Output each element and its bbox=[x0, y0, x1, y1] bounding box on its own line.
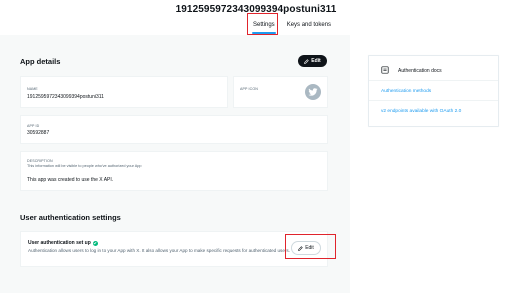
name-label: NAME bbox=[27, 87, 38, 91]
user-auth-card: User authentication set up Authenticatio… bbox=[20, 231, 328, 267]
pencil-icon bbox=[304, 58, 309, 64]
app-details-edit-button[interactable]: Edit bbox=[298, 55, 327, 67]
docs-link-v2-endpoints-oauth[interactable]: v2 endpoints available with OAuth 2.0 bbox=[381, 109, 461, 114]
description-hint: This information will be visible to peop… bbox=[27, 164, 142, 168]
user-auth-description: Authentication allows users to log in to… bbox=[28, 248, 290, 253]
twitter-bird-icon bbox=[305, 84, 321, 100]
app-details-edit-label: Edit bbox=[311, 58, 321, 64]
document-icon bbox=[381, 66, 389, 74]
app-details-heading: App details bbox=[20, 57, 61, 66]
user-auth-title-row: User authentication set up bbox=[28, 240, 98, 246]
user-auth-heading: User authentication settings bbox=[20, 213, 121, 222]
user-auth-title: User authentication set up bbox=[28, 240, 91, 246]
name-value: 1912595972343099394postuni311 bbox=[27, 94, 104, 100]
app-id-value: 30592887 bbox=[27, 130, 50, 136]
docs-link-authentication-methods[interactable]: Authentication methods bbox=[381, 89, 431, 94]
authentication-docs-card: Authentication docs Authentication metho… bbox=[368, 55, 499, 127]
app-icon-card: APP ICON bbox=[233, 76, 328, 108]
app-icon-label: APP ICON bbox=[240, 87, 258, 91]
description-value: This app was created to use the X API. bbox=[27, 177, 114, 183]
check-circle-icon bbox=[92, 240, 98, 246]
app-id-card: APP ID 30592887 bbox=[20, 115, 328, 144]
highlight-box-settings-tab bbox=[247, 13, 278, 35]
app-id-label: APP ID bbox=[27, 124, 40, 128]
description-label: DESCRIPTION bbox=[27, 159, 53, 163]
name-field-card: NAME 1912595972343099394postuni311 bbox=[20, 76, 228, 108]
docs-title: Authentication docs bbox=[398, 68, 442, 74]
highlight-box-edit-button bbox=[285, 234, 336, 259]
description-card: DESCRIPTION This information will be vis… bbox=[20, 151, 328, 191]
tab-keys-and-tokens[interactable]: Keys and tokens bbox=[284, 19, 334, 35]
